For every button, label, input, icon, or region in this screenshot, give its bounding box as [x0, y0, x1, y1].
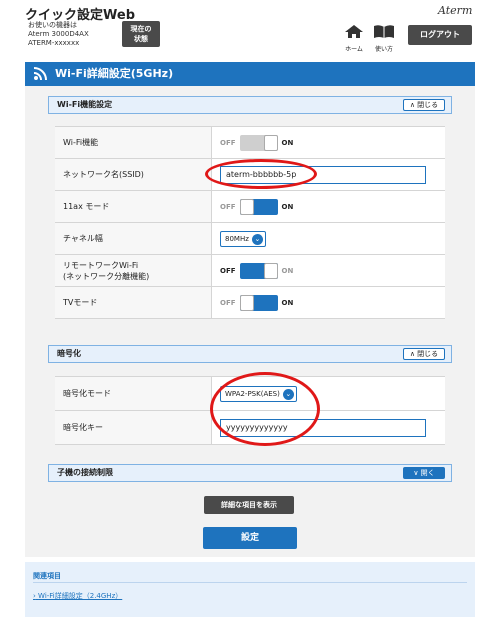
tv-mode-toggle[interactable]: OFF ON [220, 294, 294, 311]
table-row: 11ax モード OFF ON [55, 191, 445, 223]
table-row: リモートワークWi-Fi (ネットワーク分離機能) OFF ON [55, 255, 445, 287]
manual-nav[interactable]: 使い方 [371, 24, 397, 53]
toggle-knob [263, 134, 278, 151]
encryption-table: 暗号化モード WPA2-PSK(AES) ⌄ 暗号化キー yyyyyyyyyyy… [55, 376, 445, 445]
remote-work-label-line1: リモートワークWi-Fi [63, 260, 139, 270]
wifi-function-toggle[interactable]: OFF ON [220, 134, 294, 151]
page-title-bar: Wi-Fi詳細設定(5GHz) [25, 62, 475, 86]
toggle-on-label: ON [281, 202, 294, 211]
manual-label: 使い方 [374, 46, 393, 53]
remote-work-label: リモートワークWi-Fi (ネットワーク分離機能) [55, 255, 212, 286]
channel-width-select[interactable]: 80MHz ⌄ [220, 230, 266, 247]
encryption-mode-select[interactable]: WPA2-PSK(AES) ⌄ [220, 385, 297, 402]
ssid-label: ネットワーク名(SSID) [55, 159, 212, 190]
ax-mode-toggle[interactable]: OFF ON [220, 198, 294, 215]
toggle-off-label: OFF [220, 298, 236, 307]
related-items-panel: 関連項目 › Wi-Fi詳細設定（2.4GHz） [25, 562, 475, 617]
channel-width-label: チャネル幅 [55, 223, 212, 254]
chevron-up-icon: ∧ [409, 101, 415, 109]
device-label: お使いの機器は [28, 21, 77, 29]
encryption-key-label: 暗号化キー [55, 411, 212, 444]
wifi-settings-table: Wi-Fi機能 OFF ON ネットワーク名(SSID) aterm-bbbbb… [55, 126, 445, 319]
client-limit-section-title: 子機の接続制限 [57, 468, 113, 477]
chevron-up-icon: ∧ [409, 350, 415, 358]
encryption-section-header: 暗号化 ∧ 閉じる [48, 345, 452, 363]
toggle-on-label: ON [281, 266, 294, 275]
toggle-off-label: OFF [220, 138, 236, 147]
app-header: クイック設定Web お使いの機器は Aterm 3000D4AX ATERM-x… [0, 0, 500, 54]
home-icon [345, 25, 363, 38]
remote-work-label-line2: (ネットワーク分離機能) [63, 271, 150, 281]
wifi-settings-section-title: Wi-Fi機能設定 [57, 100, 113, 109]
home-label: ホーム [345, 46, 363, 53]
wifi-section-close-button[interactable]: ∧ 閉じる [403, 99, 445, 111]
toggle-off-label: OFF [220, 202, 236, 211]
toggle-track [239, 294, 278, 311]
chevron-down-icon: ⌄ [251, 233, 263, 245]
encryption-section-close-label: 閉じる [417, 350, 439, 358]
encryption-mode-value: WPA2-PSK(AES) [225, 389, 280, 398]
chevron-down-icon: ∨ [413, 469, 419, 477]
page-title: Wi-Fi詳細設定(5GHz) [55, 67, 174, 80]
show-detail-button[interactable]: 詳細な項目を表示 [204, 496, 294, 514]
encryption-section-title: 暗号化 [57, 349, 81, 358]
table-row: ネットワーク名(SSID) aterm-bbbbbb-5p [55, 159, 445, 191]
ssid-input[interactable]: aterm-bbbbbb-5p [220, 165, 426, 184]
chevron-down-icon: ⌄ [282, 388, 294, 400]
toggle-on-label: ON [281, 298, 294, 307]
remote-work-toggle[interactable]: OFF ON [220, 262, 294, 279]
client-limit-section-header: 子機の接続制限 ∨ 開く [48, 464, 452, 482]
tv-mode-label: TVモード [55, 287, 212, 318]
wifi-section-close-label: 閉じる [417, 101, 439, 109]
table-row: チャネル幅 80MHz ⌄ [55, 223, 445, 255]
related-items-title: 関連項目 [33, 572, 61, 580]
encryption-key-input[interactable]: yyyyyyyyyyyyy [220, 418, 426, 437]
chevron-right-icon: › [33, 592, 36, 600]
toggle-track [239, 262, 278, 279]
toggle-track [239, 198, 278, 215]
table-row: TVモード OFF ON [55, 287, 445, 319]
channel-width-value: 80MHz [225, 234, 249, 243]
table-row: 暗号化モード WPA2-PSK(AES) ⌄ [55, 377, 445, 411]
logout-button[interactable]: ログアウト [408, 25, 472, 45]
table-row: Wi-Fi機能 OFF ON [55, 127, 445, 159]
home-nav[interactable]: ホーム [342, 24, 366, 53]
toggle-knob [239, 294, 254, 311]
client-section-open-button[interactable]: ∨ 開く [403, 467, 445, 479]
toggle-on-label: ON [281, 138, 294, 147]
wifi-settings-section-header: Wi-Fi機能設定 ∧ 閉じる [48, 96, 452, 114]
book-icon [374, 25, 394, 38]
wifi-icon [33, 67, 47, 81]
table-row: 暗号化キー yyyyyyyyyyyyy [55, 411, 445, 445]
toggle-knob [263, 262, 278, 279]
encryption-mode-label: 暗号化モード [55, 377, 212, 410]
related-link-label: Wi-Fi詳細設定（2.4GHz） [38, 592, 123, 600]
divider [33, 582, 467, 583]
client-section-open-label: 開く [420, 469, 435, 477]
encryption-section-close-button[interactable]: ∧ 閉じる [403, 348, 445, 360]
toggle-off-label: OFF [220, 266, 236, 275]
brand-logo: Aterm [438, 4, 473, 17]
device-id: ATERM-xxxxxx [28, 39, 80, 47]
toggle-knob [239, 198, 254, 215]
toggle-track [239, 134, 278, 151]
wifi-function-label: Wi-Fi機能 [55, 127, 212, 158]
current-status-button[interactable]: 現在の 状態 [122, 21, 160, 47]
related-link-wifi-24ghz[interactable]: › Wi-Fi詳細設定（2.4GHz） [33, 591, 122, 601]
ax-mode-label: 11ax モード [55, 191, 212, 222]
device-model: Aterm 3000D4AX [28, 30, 89, 38]
save-button[interactable]: 設定 [203, 527, 297, 549]
